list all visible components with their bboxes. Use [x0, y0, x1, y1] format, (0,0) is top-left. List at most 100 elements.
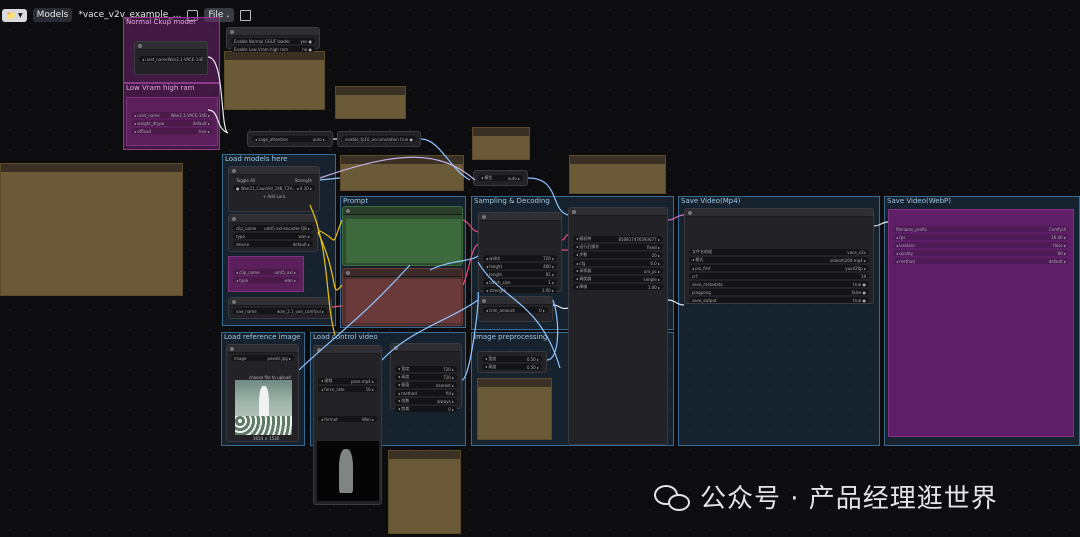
- node-trim-latent[interactable]: ◂ trim_amount 0 ▸: [478, 296, 553, 322]
- node-lora-loader[interactable]: Toggle All Strength ● Wan21_CausVid_14B_T…: [228, 166, 320, 212]
- format-widget[interactable]: ◂ 格式 video/h264-mp4 ▸: [689, 257, 869, 263]
- lora-row[interactable]: ● Wan21_CausVid_14B_T2V... ◂ 0.30 ▸: [233, 185, 315, 191]
- save-metadata-widget[interactable]: save_metadata true ●: [689, 281, 869, 287]
- group-title: Load control video: [313, 333, 378, 341]
- batch-widget[interactable]: ◂ batch_size 1 ▸: [483, 279, 557, 285]
- save-output-widget[interactable]: save_output true ●: [689, 297, 869, 303]
- enable-low-vram-toggle[interactable]: Enable Low Vram high ram no ●: [231, 46, 315, 52]
- node-image-resize[interactable]: ◂ 宽度 0.50 ▸ ◂ 高度 0.50 ▸: [477, 351, 547, 373]
- node-video-info[interactable]: ◂ 宽度 720 ▸ ◂ 高度 720 ▸ ◂ 插值 nearest ▸ ◂ meth…: [390, 343, 462, 412]
- pix-fmt-widget[interactable]: ◂ pix_fmt yuv420p ▸: [689, 265, 869, 271]
- watermark-text: 公众号 · 产品经理逛世界: [700, 484, 998, 514]
- node-ksampler[interactable]: ◂ 随机种 850817476593677 ▸ ◂ 运行后操作 fixed ▸ ◂ …: [568, 207, 668, 445]
- group-title: Image preprocessing: [474, 333, 548, 341]
- reference-image-thumbnail: [235, 380, 292, 435]
- seed-widget[interactable]: ◂ 随机种 850817476593677 ▸: [573, 236, 663, 242]
- info-row-1[interactable]: ◂ 宽度 720 ▸: [395, 366, 457, 372]
- clip-device-widget[interactable]: device default ▸: [233, 241, 313, 247]
- node-clip-loader[interactable]: clip_name umt5-xxl-encoder-Q8 ▸ type wan ▸…: [228, 214, 318, 252]
- crf-widget[interactable]: crf 19: [689, 273, 869, 279]
- node-video-combine[interactable]: 文件名前缀 vace_v2v ◂ 格式 video/h264-mp4 ▸ ◂ pix…: [684, 208, 874, 304]
- folder-icon: 📁: [6, 10, 16, 20]
- info-row-2[interactable]: ◂ 高度 720 ▸: [395, 374, 457, 380]
- node-fp16-accumulation[interactable]: enable_fp16_accumulation true ●: [337, 131, 421, 147]
- width-widget[interactable]: ◂ width 720 ▸: [483, 255, 557, 261]
- note-top-2[interactable]: [335, 86, 406, 119]
- pingpong-widget[interactable]: pingpong false ●: [689, 289, 869, 295]
- toggle-label: Enable Low Vram high ram: [234, 46, 289, 52]
- resize-height-widget[interactable]: ◂ 高度 0.50 ▸: [482, 364, 542, 370]
- node-save-webp[interactable]: filename_prefix ComfyUI ◂ fps 16.00 ▸ ◂ lo…: [888, 209, 1074, 437]
- note-top-3[interactable]: [472, 127, 530, 160]
- trim-widget[interactable]: ◂ trim_amount 0 ▸: [483, 307, 548, 313]
- enable-block-swap-toggle[interactable]: Enable Normal GGUF loader yes ●: [231, 38, 315, 44]
- toggle-all-widget[interactable]: Toggle All Strength: [233, 177, 315, 183]
- steps-widget[interactable]: ◂ 步数 20 ▸: [573, 252, 663, 258]
- image-select-widget[interactable]: image pexels.jpg ▸: [231, 355, 294, 361]
- pose-figure-shape: [339, 449, 353, 493]
- node-low-vram-bypassed[interactable]: ◂ unet_name Wan2.1-VACE-14B ▸ ◂ weight_dt…: [126, 97, 218, 146]
- video-select-widget[interactable]: ◂ 视频 pose.mp4 ▸: [318, 378, 377, 384]
- chevron-down-icon: ▼: [17, 11, 23, 19]
- toggle-all-label: Toggle All: [236, 177, 256, 183]
- strength-label: Strength: [294, 177, 312, 183]
- node-negative-prompt[interactable]: [342, 268, 463, 326]
- clip-name-widget[interactable]: clip_name umt5-xxl-encoder-Q8 ▸: [233, 225, 313, 231]
- node-vace-encode[interactable]: ◂ width 720 ▸ ◂ height 480 ▸ ◂ length 81 ▸ …: [478, 212, 562, 293]
- node-model-sampling[interactable]: ◂ 模型 auto ▸: [473, 170, 528, 186]
- node-clip-bypassed[interactable]: ◂ clip_name umt5_xxl ▸ ◂ type wan ▸: [228, 256, 304, 292]
- group-title: Save Video(WebP): [887, 197, 951, 205]
- sampler-widget[interactable]: ◂ 采样器 uni_pc ▸: [573, 268, 663, 274]
- length-widget[interactable]: ◂ length 81 ▸: [483, 271, 557, 277]
- height-widget[interactable]: ◂ height 480 ▸: [483, 263, 557, 269]
- vae-name-widget[interactable]: vae_name wan_2.1_vae_comfyui ▸: [233, 308, 327, 314]
- note-top-5[interactable]: [569, 155, 666, 194]
- node-load-video[interactable]: ◂ 视频 pose.mp4 ▸ ◂ force_rate 16 ▸ ◂ format…: [313, 345, 382, 505]
- note-large-left[interactable]: [0, 163, 183, 296]
- control-widget[interactable]: ◂ 运行后操作 fixed ▸: [573, 244, 663, 250]
- toggle-label: Enable Normal GGUF loader: [234, 38, 290, 44]
- format-video-widget[interactable]: ◂ format Wan ▸: [318, 416, 377, 422]
- cfg-widget[interactable]: ◂ cfg 6.0 ▸: [573, 260, 663, 266]
- group-title: Load reference image: [224, 333, 301, 341]
- filename-widget[interactable]: 文件名前缀 vace_v2v: [689, 249, 869, 255]
- node-gguf-loader[interactable]: ◂ unet_nameWan2.1-VACE-14B-Q...▸: [134, 41, 208, 75]
- shift-widget[interactable]: ◂ 模型 auto ▸: [478, 175, 523, 181]
- models-button[interactable]: Models: [32, 8, 73, 22]
- save-icon[interactable]: [240, 9, 252, 21]
- resize-width-widget[interactable]: ◂ 宽度 0.50 ▸: [482, 356, 542, 362]
- info-row-5[interactable]: ◂ 倍数 always ▸: [395, 398, 457, 404]
- attention-widget[interactable]: ◂ sage_attention auto ▸: [252, 136, 328, 142]
- info-row-6[interactable]: ◂ 剪裁 0 ▸: [395, 406, 457, 412]
- note-top-1[interactable]: [224, 51, 325, 110]
- group-title: Low Vram high ram: [126, 84, 195, 92]
- workflow-menu-button[interactable]: 📁 ▼: [2, 8, 27, 22]
- negative-prompt-textarea[interactable]: [346, 279, 461, 323]
- type-label: type: [236, 233, 245, 239]
- control-video-thumbnail: [317, 441, 379, 501]
- model-name-widget[interactable]: ◂ unet_nameWan2.1-VACE-14B-Q...▸: [139, 56, 203, 62]
- positive-prompt-textarea[interactable]: [346, 219, 461, 263]
- node-positive-prompt[interactable]: [342, 206, 463, 266]
- denoise-widget[interactable]: ◂ 降噪 1.00 ▸: [573, 284, 663, 290]
- info-row-3[interactable]: ◂ 插值 nearest ▸: [395, 382, 457, 388]
- info-row-4[interactable]: ◂ method fill ▸: [395, 390, 457, 396]
- strength-widget[interactable]: ◂ strength 1.00 ▸: [483, 287, 557, 293]
- wechat-icon: [652, 481, 692, 513]
- device-label: device: [236, 241, 250, 247]
- note-preprocessing[interactable]: [477, 378, 552, 440]
- group-title: Load models here: [225, 155, 288, 163]
- note-top-4[interactable]: [340, 155, 464, 191]
- image-size-label: 1024 × 1536: [253, 436, 280, 441]
- image-label: image: [234, 355, 247, 361]
- node-ksampler-advanced[interactable]: ◂ sage_attention auto ▸: [247, 131, 333, 147]
- node-load-image[interactable]: image pexels.jpg ▸ choose file to upload …: [226, 344, 299, 442]
- node-vae-loader[interactable]: vae_name wan_2.1_vae_comfyui ▸: [228, 297, 332, 319]
- note-bottom[interactable]: [388, 450, 461, 534]
- node-switches[interactable]: Enable Normal GGUF loader yes ● Enable Lo…: [226, 27, 320, 52]
- scheduler-widget[interactable]: ◂ 调度器 simple ▸: [573, 276, 663, 282]
- frame-rate-widget[interactable]: ◂ force_rate 16 ▸: [318, 386, 377, 392]
- fp16-widget[interactable]: enable_fp16_accumulation true ●: [342, 136, 416, 142]
- add-lora-button[interactable]: + Add Lora: [233, 193, 315, 199]
- clip-type-widget[interactable]: type wan ▸: [233, 233, 313, 239]
